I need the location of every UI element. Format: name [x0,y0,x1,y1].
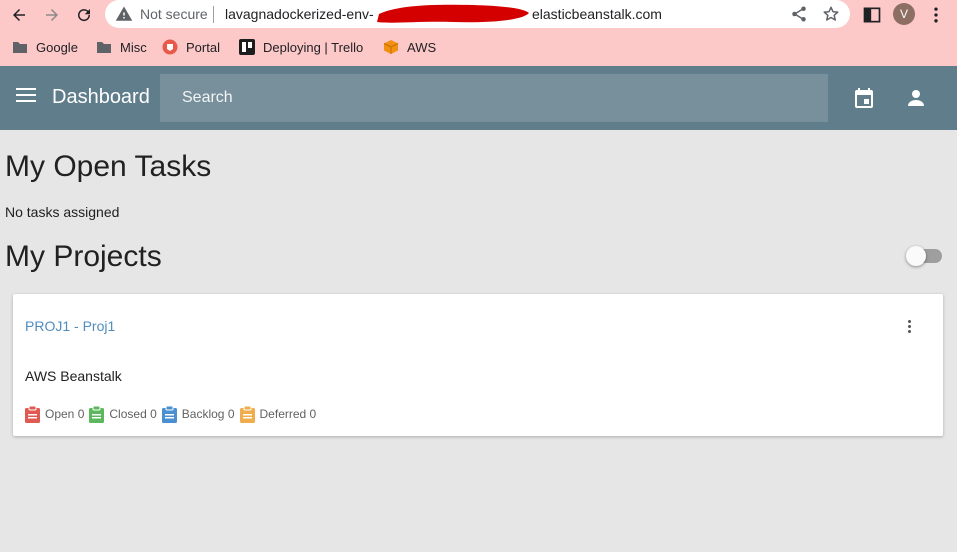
stat-label: Deferred [259,407,307,421]
address-bar[interactable]: Not secure lavagnadockerized-env- elasti… [105,0,850,28]
profile-avatar[interactable]: V [893,3,915,25]
bookmark-label: Portal [186,39,220,55]
bookmark-label: Deploying | Trello [263,39,364,55]
project-card: PROJ1 - Proj1 AWS Beanstalk Open 0 Close… [13,294,943,436]
app-header: Dashboard Search [0,66,957,130]
folder-icon [13,42,27,53]
bookmark-portal[interactable]: Portal [162,36,220,58]
browser-toolbar: Not secure lavagnadockerized-env- elasti… [0,0,957,30]
aws-cube-icon [383,40,399,54]
projects-toggle[interactable] [906,246,942,266]
search-placeholder: Search [182,89,233,106]
page-title: Dashboard [52,86,150,108]
browser-menu-icon[interactable] [926,5,946,25]
reload-button[interactable] [73,4,95,26]
clipboard-icon [25,405,40,423]
portal-icon [162,39,178,55]
no-tasks-message: No tasks assigned [5,204,120,220]
stat-label: Backlog [181,407,225,421]
user-icon[interactable] [904,86,928,110]
arrow-left-icon [13,9,25,21]
search-input[interactable]: Search [160,74,828,122]
forward-button[interactable] [41,4,63,26]
stat-closed: Closed 0 [89,405,157,423]
clipboard-icon [161,405,177,423]
star-icon[interactable] [822,5,840,23]
url-text-start: lavagnadockerized-env- [225,6,374,22]
bookmark-label: Misc [120,39,147,55]
bookmark-misc[interactable]: Misc [96,36,147,58]
stat-open: Open 0 [25,405,85,423]
project-title-link[interactable]: PROJ1 - Proj1 [25,318,115,334]
folder-icon [97,42,111,53]
warning-triangle-icon [115,6,133,21]
stat-label: Closed [109,407,147,421]
security-label[interactable]: Not secure [140,6,208,22]
my-open-tasks-heading: My Open Tasks [5,150,212,183]
calendar-icon[interactable] [852,86,876,110]
url-text-end: elasticbeanstalk.com [532,6,662,22]
back-button[interactable] [8,4,30,26]
stat-count: 0 [150,407,157,421]
bookmark-label: Google [36,39,78,55]
my-projects-heading: My Projects [5,240,162,273]
bookmark-google[interactable]: Google [12,36,78,58]
bookmarks-bar: Google Misc Portal Deploying | Trello AW… [0,36,957,60]
arrow-right-icon [46,9,58,21]
bookmark-aws[interactable]: AWS [383,36,436,58]
address-separator [213,6,214,23]
clipboard-icon [89,405,105,423]
stat-count: 0 [227,407,235,421]
reload-icon [78,9,91,22]
project-stats: Open 0 Closed 0 Backlog 0 Deferred 0 [25,405,321,423]
redaction-mark [377,4,529,23]
side-panel-icon[interactable] [862,5,882,25]
hamburger-menu-icon[interactable] [16,88,36,108]
clipboard-icon [239,405,255,423]
stat-count: 0 [77,407,85,421]
stat-backlog: Backlog 0 [161,405,235,423]
trello-icon [239,39,255,55]
browser-chrome: Not secure lavagnadockerized-env- elasti… [0,0,957,66]
bookmark-trello[interactable]: Deploying | Trello [239,36,363,58]
bookmark-label: AWS [407,39,437,55]
stat-deferred: Deferred 0 [239,405,317,423]
more-vert-icon[interactable] [904,320,914,336]
toggle-thumb [906,246,926,266]
share-icon[interactable] [790,5,808,23]
stat-count: 0 [309,407,317,421]
project-description: AWS Beanstalk [25,368,122,384]
stat-label: Open [45,407,75,421]
